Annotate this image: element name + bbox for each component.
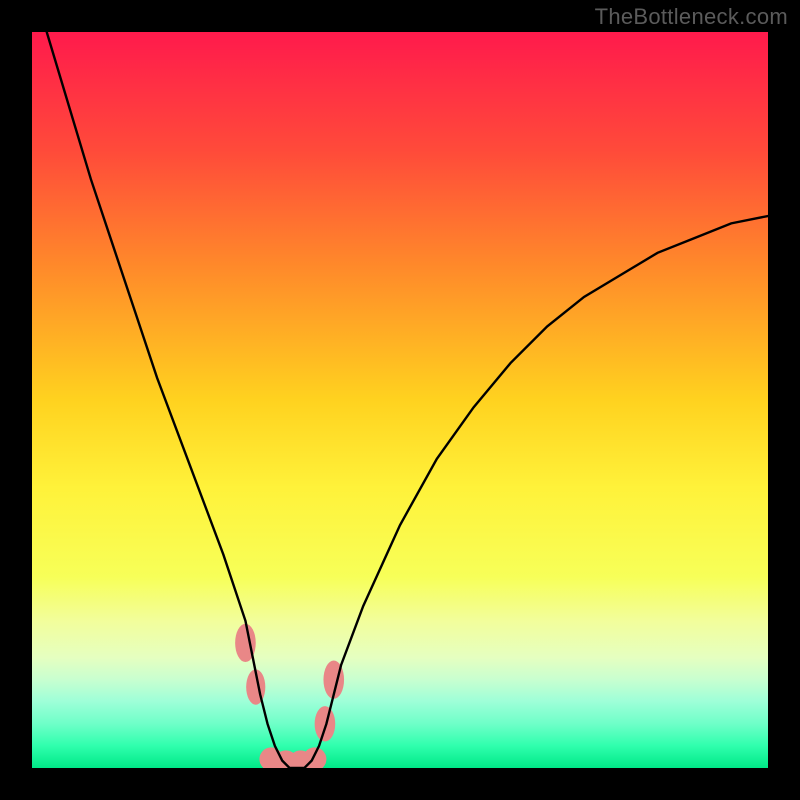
chart-svg (32, 32, 768, 768)
watermark-text: TheBottleneck.com (595, 4, 788, 30)
bottleneck-curve (47, 32, 768, 768)
pink-blob-right-lower (315, 706, 336, 741)
outer-frame: TheBottleneck.com (0, 0, 800, 800)
plot-area (32, 32, 768, 768)
